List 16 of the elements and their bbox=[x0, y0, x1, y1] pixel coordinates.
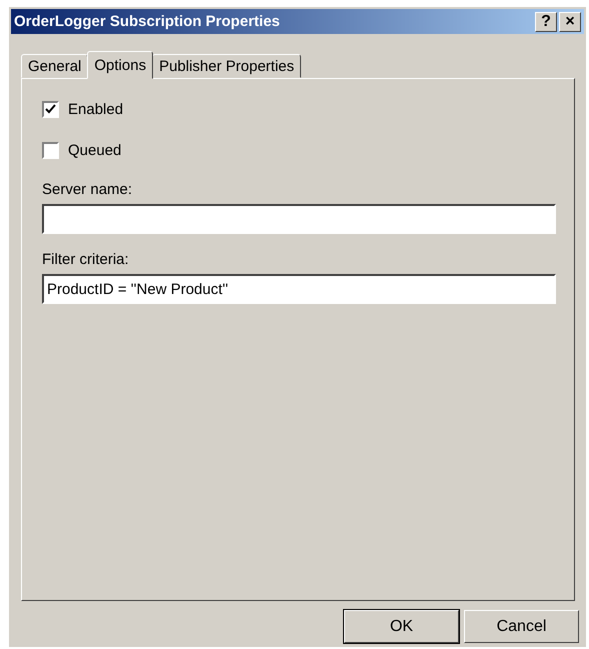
close-button[interactable]: × bbox=[559, 12, 581, 32]
tab[interactable]: General bbox=[21, 54, 88, 78]
tab[interactable]: Options bbox=[87, 51, 154, 79]
checkbox-label: Enabled bbox=[68, 100, 124, 118]
window-title: OrderLogger Subscription Properties bbox=[14, 13, 280, 30]
tab[interactable]: Publisher Properties bbox=[152, 54, 302, 78]
input-field[interactable]: ProductID = ''New Product'' bbox=[42, 274, 556, 304]
field-label: Server name: bbox=[42, 181, 134, 198]
checkbox[interactable] bbox=[42, 100, 59, 118]
ok-button[interactable]: OK bbox=[344, 610, 459, 643]
cancel-button[interactable]: Cancel bbox=[464, 610, 579, 643]
field-label: Filter criteria: bbox=[42, 251, 130, 268]
checkbox-label: Queued bbox=[68, 142, 122, 158]
help-button[interactable]: ? bbox=[535, 12, 557, 32]
input-field[interactable] bbox=[42, 204, 556, 234]
checkbox[interactable] bbox=[42, 142, 59, 158]
